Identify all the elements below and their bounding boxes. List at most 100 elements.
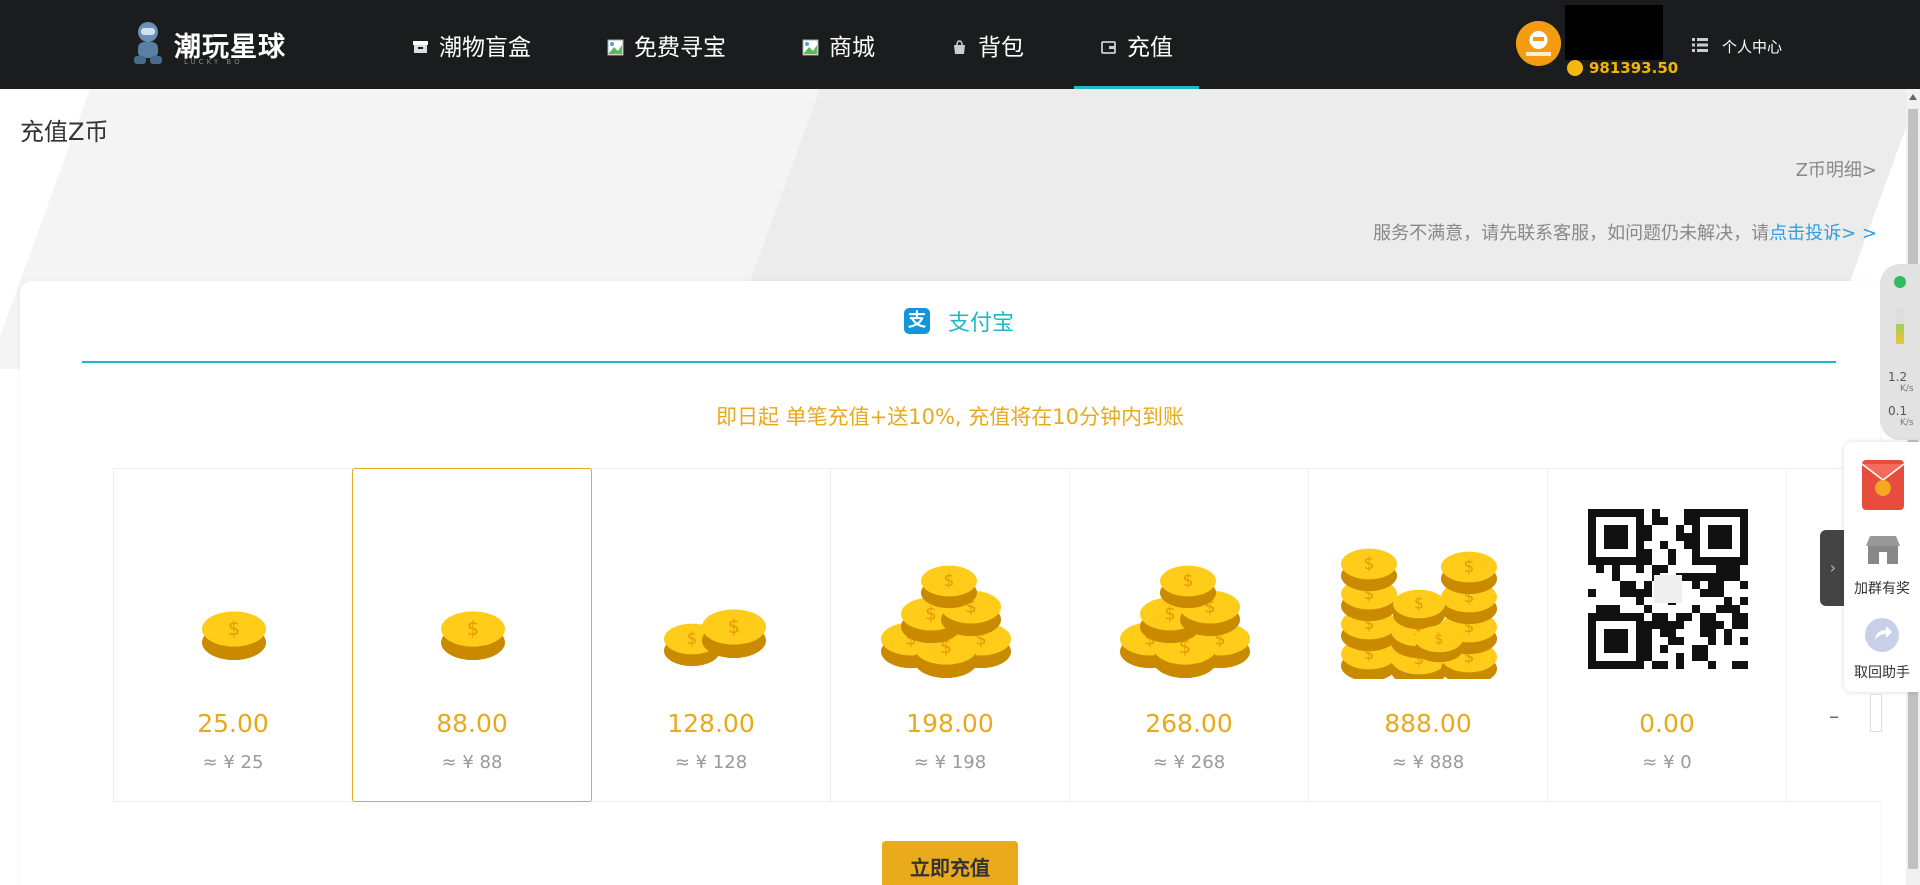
collapse-panel-arrow-icon[interactable]: › xyxy=(1820,530,1846,606)
recharge-option[interactable]: $88.00 ≈ ¥ 88 xyxy=(352,468,592,802)
coin-detail-link[interactable]: Z币明细> xyxy=(1796,156,1877,182)
complaint-text: 服务不满意，请先联系客服，如问题仍未解决，请 xyxy=(1373,223,1770,244)
option-price: ≈ ¥ 198 xyxy=(913,752,987,773)
promo-notice: 即日起 单笔充值+送10%, 充值将在10分钟内到账 xyxy=(715,405,1185,429)
option-price: ≈ ¥ 88 xyxy=(441,752,503,773)
svg-text:$: $ xyxy=(1434,631,1443,647)
coin-icon xyxy=(1567,60,1583,76)
recharge-option[interactable]: $ $128.00 ≈ ¥ 128 xyxy=(591,468,831,802)
svg-text:$: $ xyxy=(467,617,479,640)
nav-label: 背包 xyxy=(978,34,1024,61)
logo[interactable]: 潮玩星球 LUCKY BO xyxy=(128,20,286,68)
payment-method-label: 支付宝 xyxy=(947,311,1014,336)
option-image: $ $ $ $ $ $ xyxy=(1070,509,1308,679)
coin-icon: $ xyxy=(1393,589,1445,630)
coin-icon: $ xyxy=(921,565,977,609)
download-unit: K/s xyxy=(1900,418,1914,428)
coin-icon: $ xyxy=(202,611,266,661)
payment-method-tab-alipay[interactable]: 支 支付宝 xyxy=(82,281,1836,363)
coin-icon: $ xyxy=(1415,625,1463,663)
recharge-option[interactable]: 0.00 ≈ ¥ 0 xyxy=(1547,468,1787,802)
option-price: ≈ ¥ 25 xyxy=(202,752,264,773)
avatar[interactable] xyxy=(1516,21,1561,66)
red-envelope-icon[interactable] xyxy=(1861,460,1905,514)
option-image: $ xyxy=(353,509,591,679)
coin-stack-image: $ xyxy=(202,611,266,661)
upload-speed: 1.2 xyxy=(1888,370,1908,384)
svg-text:$: $ xyxy=(1414,595,1424,613)
balance-value: 981393.50 xyxy=(1589,59,1679,77)
main-nav: 潮物盲盒 免费寻宝 商城 背包 充值 xyxy=(412,0,1199,89)
download-speed: 0.1 xyxy=(1888,404,1908,418)
nav-label: 潮物盲盒 xyxy=(439,34,531,61)
complaint-link[interactable]: 点击投诉> > xyxy=(1769,223,1877,244)
coin-icon: $ xyxy=(702,609,766,659)
coin-balance: 981393.50 xyxy=(1567,59,1678,77)
coin-stack-image: $ xyxy=(441,611,505,661)
recharge-card: 支 支付宝 即日起 单笔充值+送10%, 充值将在10分钟内到账 $25.00 ≈… xyxy=(20,281,1882,885)
coin-icon: $ xyxy=(1341,548,1397,592)
nav-label: 免费寻宝 xyxy=(634,34,726,61)
personal-center-label: 个人中心 xyxy=(1722,38,1783,56)
nav-item-recharge[interactable]: 充值 xyxy=(1074,0,1199,89)
option-image xyxy=(1548,509,1786,679)
coin-stack-image: $ $$$ $$ xyxy=(881,565,1011,679)
svg-text:$: $ xyxy=(228,617,240,640)
join-group-label[interactable]: 加群有奖 xyxy=(1844,578,1920,598)
recharge-option[interactable]: $ $ $ $ $ $ 198.00 ≈ ¥ 198 xyxy=(830,468,1070,802)
svg-text:$: $ xyxy=(1183,570,1194,590)
side-panel: 加群有奖 取回助手 xyxy=(1844,442,1920,692)
nav-item-mall[interactable]: 商城 xyxy=(802,0,875,89)
shop-icon[interactable] xyxy=(1866,536,1900,568)
redo-icon[interactable] xyxy=(1865,618,1899,656)
minus-icon[interactable]: – xyxy=(1829,704,1839,728)
option-amount: 198.00 xyxy=(906,709,994,738)
option-price: ≈ ¥ 128 xyxy=(674,752,748,773)
top-navbar: 潮玩星球 LUCKY BO 潮物盲盒 免费寻宝 商城 背包 充值 981393.… xyxy=(0,0,1920,89)
svg-text:$: $ xyxy=(1464,556,1475,576)
robot-mascot-icon xyxy=(128,20,168,68)
recharge-option[interactable]: $$$$$$$$$$$$888.00≈ ¥ 888 xyxy=(1308,468,1548,802)
partial-input[interactable] xyxy=(1870,694,1882,732)
page-title: 充值Z币 xyxy=(20,118,109,146)
nav-item-treasure[interactable]: 免费寻宝 xyxy=(607,0,726,89)
option-amount: 268.00 xyxy=(1145,709,1233,738)
coin-stack-image: $$ xyxy=(664,609,766,667)
recharge-option[interactable]: $25.00 ≈ ¥ 25 xyxy=(113,468,353,802)
coin-stack-image: $ $$$ $$ xyxy=(1120,565,1250,679)
nav-label: 商城 xyxy=(829,34,875,61)
recharge-option[interactable]: $ $ $ $ $ $268.00 ≈ ¥ 268 xyxy=(1069,468,1309,802)
recharge-now-button[interactable]: 立即充值 xyxy=(882,841,1018,885)
option-amount: 88.00 xyxy=(436,709,508,738)
option-price: ≈ ¥ 888 xyxy=(1391,752,1465,773)
coin-icon: $ xyxy=(441,611,505,661)
option-amount: 888.00 xyxy=(1384,709,1472,738)
option-amount: 25.00 xyxy=(197,709,269,738)
complaint-notice: 服务不满意，请先联系客服，如问题仍未解决，请点击投诉> > xyxy=(1373,219,1877,245)
retrieve-assistant-label[interactable]: 取回助手 xyxy=(1844,662,1920,682)
wallet-icon xyxy=(1100,36,1117,54)
alipay-icon: 支 xyxy=(903,308,930,334)
nav-label: 充值 xyxy=(1127,34,1173,61)
qr-code-image xyxy=(1588,509,1748,669)
option-price: ≈ ¥ 0 xyxy=(1642,752,1692,773)
recharge-options: $25.00 ≈ ¥ 25 $88.00 ≈ ¥ 88 $ $128.00 ≈ ¥ 128 $… xyxy=(113,468,1882,802)
nav-item-blindbox[interactable]: 潮物盲盒 xyxy=(412,0,531,89)
option-amount: 0.00 xyxy=(1639,709,1695,738)
usage-bar xyxy=(1896,308,1904,344)
broken-image-icon xyxy=(802,36,819,56)
scroll-up-arrow-icon[interactable] xyxy=(1909,94,1917,100)
personal-center-link[interactable]: 个人中心 xyxy=(1692,36,1782,57)
svg-text:$: $ xyxy=(728,615,740,638)
upload-unit: K/s xyxy=(1900,384,1914,394)
nav-item-backpack[interactable]: 背包 xyxy=(951,0,1024,89)
coin-stack-image: $$$$$$$$$$$$ xyxy=(1341,548,1497,687)
bag-icon xyxy=(951,36,968,54)
svg-text:$: $ xyxy=(1364,553,1375,573)
option-image: $ $ xyxy=(592,509,830,679)
svg-text:$: $ xyxy=(944,570,955,590)
network-speed-widget[interactable]: 1.2 K/s 0.1 K/s xyxy=(1880,264,1920,440)
svg-text:$: $ xyxy=(687,628,698,648)
status-dot xyxy=(1894,276,1906,288)
logo-subtext: LUCKY BO xyxy=(184,58,243,66)
